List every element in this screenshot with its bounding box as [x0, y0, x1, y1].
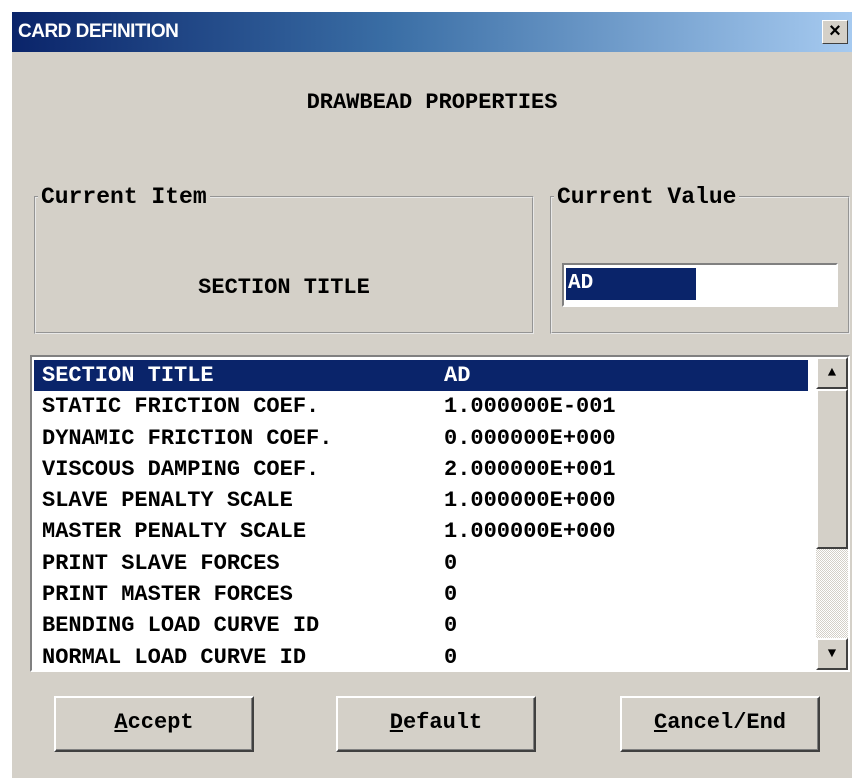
list-item-label: STATIC FRICTION COEF. — [42, 394, 320, 420]
current-value-text: AD — [566, 268, 696, 300]
list-item[interactable]: PRINT MASTER FORCES 0 — [34, 579, 808, 610]
list-item-label: VISCOUS DAMPING COEF. — [42, 456, 320, 482]
current-item-legend: Current Item — [41, 184, 207, 210]
list-item[interactable]: DYNAMIC FRICTION COEF. 0.000000E+000 — [34, 423, 808, 454]
vertical-scrollbar[interactable]: ▲ ▼ — [816, 357, 848, 670]
list-item-label: DYNAMIC FRICTION COEF. — [42, 425, 333, 451]
list-item-label: BENDING LOAD CURVE ID — [42, 613, 320, 639]
list-item-label: NORMAL LOAD CURVE ID — [42, 644, 307, 670]
scroll-down-button[interactable]: ▼ — [816, 638, 848, 670]
properties-rows: SECTION TITLE AD STATIC FRICTION COEF. 1.00… — [34, 360, 808, 670]
cancel-hotkey: C — [653, 710, 668, 735]
list-item[interactable]: BENDING LOAD CURVE ID 0 — [34, 610, 808, 641]
list-item-value: 0 — [444, 550, 458, 576]
default-button[interactable]: Default — [336, 696, 536, 752]
list-item[interactable]: NORMAL LOAD CURVE ID 0 — [34, 642, 808, 670]
list-item-value: 0 — [444, 613, 458, 639]
list-item-label: PRINT SLAVE FORCES — [42, 550, 280, 576]
scroll-up-button[interactable]: ▲ — [816, 357, 848, 389]
current-item-group: Current Item SECTION TITLE — [34, 184, 534, 334]
accept-label: ccept — [127, 710, 194, 735]
list-item-value: 0.000000E+000 — [444, 425, 616, 451]
close-icon: × — [829, 20, 841, 42]
scroll-down-icon: ▼ — [827, 646, 837, 662]
accept-hotkey: A — [114, 710, 128, 735]
current-value-legend: Current Value — [557, 184, 737, 210]
current-item-text: SECTION TITLE — [198, 275, 370, 300]
card-definition-dialog: CARD DEFINITION × DRAWBEAD PROPERTIES Cu… — [10, 10, 852, 778]
list-item[interactable]: MASTER PENALTY SCALE 1.000000E+000 — [34, 516, 808, 547]
list-item-value: 0 — [444, 582, 458, 608]
list-item-value: 1.000000E+000 — [444, 488, 616, 514]
list-item-label: SECTION TITLE — [42, 363, 214, 388]
default-label: efault — [402, 710, 483, 735]
list-item-value: AD — [444, 363, 471, 388]
scroll-up-icon: ▲ — [827, 365, 837, 381]
list-item-value: 2.000000E+001 — [444, 456, 616, 482]
cancel-label: ancel/End — [667, 710, 787, 735]
current-value-group: Current Value AD — [550, 184, 850, 334]
list-item-value: 0 — [444, 644, 458, 670]
properties-list[interactable]: SECTION TITLE AD STATIC FRICTION COEF. 1.00… — [30, 355, 850, 672]
title-bar[interactable]: CARD DEFINITION × — [12, 12, 852, 52]
current-value-input[interactable]: AD — [562, 263, 838, 307]
list-item-label: SLAVE PENALTY SCALE — [42, 488, 293, 514]
list-item-value: 1.000000E-001 — [444, 394, 616, 420]
accept-button[interactable]: Accept — [54, 696, 254, 752]
default-hotkey: D — [389, 710, 403, 735]
list-item[interactable]: VISCOUS DAMPING COEF. 2.000000E+001 — [34, 454, 808, 485]
list-item[interactable]: SLAVE PENALTY SCALE 1.000000E+000 — [34, 485, 808, 516]
scroll-thumb[interactable] — [816, 389, 848, 549]
window-title: CARD DEFINITION — [18, 21, 179, 42]
list-item[interactable]: PRINT SLAVE FORCES 0 — [34, 548, 808, 579]
list-item[interactable]: SECTION TITLE AD — [34, 360, 808, 392]
cancel-end-button[interactable]: Cancel/End — [620, 696, 820, 752]
dialog-heading: DRAWBEAD PROPERTIES — [306, 90, 558, 115]
list-item-label: MASTER PENALTY SCALE — [42, 519, 307, 545]
list-item-value: 1.000000E+000 — [444, 519, 616, 545]
list-item-label: PRINT MASTER FORCES — [42, 582, 293, 608]
close-button[interactable]: × — [822, 20, 848, 44]
list-item[interactable]: STATIC FRICTION COEF. 1.000000E-001 — [34, 391, 808, 422]
